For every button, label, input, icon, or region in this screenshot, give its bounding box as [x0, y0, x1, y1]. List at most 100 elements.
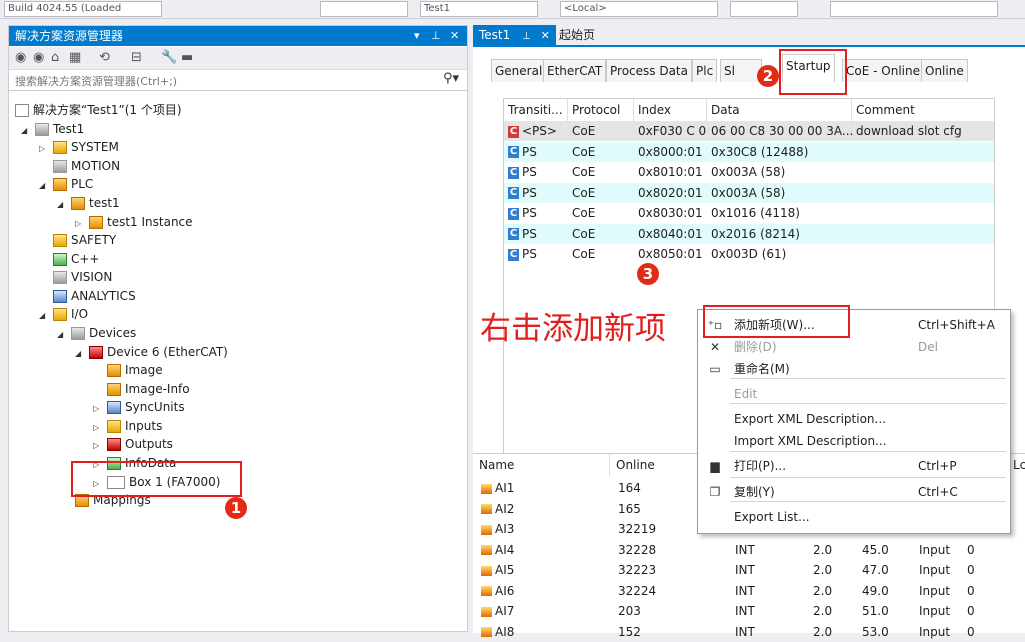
column-header-data[interactable]: Data	[707, 99, 852, 121]
expanded-arrow-icon[interactable]: ◢	[57, 326, 71, 344]
forward-icon[interactable]: ◉	[33, 50, 44, 65]
menu-item-label: 打印(P)...	[734, 459, 787, 473]
config-selector[interactable]	[320, 1, 408, 17]
device-selector[interactable]	[830, 1, 998, 17]
preview-icon[interactable]: ▬	[181, 50, 193, 65]
close-icon[interactable]: ✕	[450, 26, 459, 46]
column-header-comment[interactable]: Comment	[852, 99, 994, 121]
tree-item-analytics[interactable]: ANALYTICS	[53, 287, 136, 305]
startup-row[interactable]: C PS CoE 0x8050:01 0x003D (61)	[504, 244, 994, 264]
startup-row[interactable]: C PS CoE 0x8020:01 0x003A (58)	[504, 182, 994, 203]
menu-item-export-list[interactable]: Export List...	[698, 506, 1010, 528]
expanded-arrow-icon[interactable]: ◢	[57, 196, 71, 214]
tab-general[interactable]: General	[491, 59, 547, 82]
tree-item-vision[interactable]: VISION	[53, 268, 112, 286]
menu-item-import-xml-description[interactable]: Import XML Description...	[698, 430, 1010, 452]
close-icon[interactable]: ✕	[541, 29, 550, 42]
inputs-icon	[107, 420, 121, 433]
tab-ethercat[interactable]: EtherCAT	[543, 59, 607, 82]
menu-item-edit[interactable]: Edit	[698, 383, 1010, 405]
collapsed-arrow-icon[interactable]: ▷	[93, 400, 107, 418]
search-box[interactable]: 搜索解决方案资源管理器(Ctrl+;) ⚲▾	[9, 70, 467, 91]
pin-icon[interactable]: ⊥	[522, 31, 531, 42]
tree-item-safety[interactable]: SAFETY	[53, 231, 116, 249]
cell-size: 2.0	[813, 604, 833, 618]
startup-row[interactable]: C PS CoE 0x8040:01 0x2016 (8214)	[504, 223, 994, 244]
solution-explorer-toolbar: ◉ ◉ ⌂ ▦ ⟲ ⊟ 🔧 ▬	[9, 47, 467, 70]
tab-online[interactable]: Online	[921, 59, 968, 82]
tab-slots[interactable]: Sl	[720, 59, 762, 82]
startup-row[interactable]: C <PS> CoE 0xF030 C 0 06 00 C8 30 00 00 3A..…	[504, 121, 994, 141]
startup-row[interactable]: C PS CoE 0x8000:01 0x30C8 (12488)	[504, 141, 994, 162]
zoom-selector[interactable]	[730, 1, 798, 17]
tree-item-syncunits[interactable]: ▷ SyncUnits	[93, 398, 185, 416]
startup-row[interactable]: C PS CoE 0x8010:01 0x003A (58)	[504, 162, 994, 182]
cell-user: 0	[967, 563, 975, 577]
variable-row[interactable]: AI6 32224 INT 2.0 49.0 Input 0	[473, 581, 1025, 601]
column-header-location[interactable]: Lc	[1011, 454, 1025, 476]
history-icon[interactable]: ⟲	[99, 50, 110, 65]
tree-item-system[interactable]: ▷ SYSTEM	[39, 138, 119, 156]
menu-item-m[interactable]: ▭ 重命名(M)	[698, 358, 1010, 380]
tree-item-solution[interactable]: 解决方案“Test1”(1 个项目)	[15, 101, 182, 119]
variable-row[interactable]: AI7 203 INT 2.0 51.0 Input 0	[473, 601, 1025, 621]
collapsed-arrow-icon[interactable]: ▷	[93, 437, 107, 455]
variable-row[interactable]: AI4 32228 INT 2.0 45.0 Input 0	[473, 540, 1025, 560]
cell-name: AI6	[481, 581, 514, 601]
tree-item-motion[interactable]: MOTION	[53, 157, 120, 175]
pin-icon[interactable]: ⊥	[431, 26, 441, 46]
properties-icon[interactable]: 🔧	[161, 50, 177, 65]
home-icon[interactable]: ⌂	[51, 50, 59, 65]
tree-item-outputs[interactable]: ▷ Outputs	[93, 435, 173, 453]
startup-row[interactable]: C PS CoE 0x8030:01 0x1016 (4118)	[504, 203, 994, 223]
tab-plc[interactable]: Plc	[692, 59, 718, 82]
tab-test1[interactable]: Test1 ⊥ ✕	[473, 25, 556, 45]
variable-row[interactable]: AI5 32223 INT 2.0 47.0 Input 0	[473, 560, 1025, 580]
expanded-arrow-icon[interactable]: ◢	[75, 345, 89, 363]
syncunits-icon	[107, 401, 121, 414]
tab-coe-online[interactable]: CoE - Online	[842, 59, 924, 82]
column-header-protocol[interactable]: Protocol	[568, 99, 634, 121]
expanded-arrow-icon[interactable]: ◢	[39, 177, 53, 195]
column-header-online[interactable]: Online	[610, 454, 710, 476]
menu-item-label: 删除(D)	[734, 340, 777, 354]
menu-item-p[interactable]: ▆ 打印(P)... Ctrl+P	[698, 455, 1010, 477]
tree-item-plc[interactable]: ◢ PLC	[39, 175, 93, 193]
cell-addr: 51.0	[862, 604, 889, 618]
expanded-arrow-icon[interactable]: ◢	[21, 122, 35, 140]
cell-transition: C PS	[508, 165, 537, 179]
cell-comment: download slot cfg	[856, 124, 962, 138]
tree-item-image-info[interactable]: Image-Info	[107, 380, 190, 398]
cell-protocol: CoE	[572, 185, 596, 200]
tab-text-field[interactable]: Test1	[420, 1, 538, 17]
build-selector[interactable]: Build 4024.55 (Loaded	[4, 1, 162, 17]
tab-process-data[interactable]: Process Data	[606, 59, 692, 82]
tree-item-io[interactable]: ◢ I/O	[39, 305, 88, 323]
column-header-transition[interactable]: Transiti...	[504, 99, 568, 121]
column-header-index[interactable]: Index	[634, 99, 707, 121]
expanded-arrow-icon[interactable]: ◢	[39, 307, 53, 325]
tree-item-project[interactable]: ◢ Test1	[21, 120, 84, 138]
collapse-icon[interactable]: ⊟	[131, 50, 142, 65]
column-header-name[interactable]: Name	[473, 454, 610, 476]
menu-item-export-xml-description[interactable]: Export XML Description...	[698, 408, 1010, 430]
menu-item-d[interactable]: ✕ 删除(D) Del	[698, 336, 1010, 358]
tree-item-cpp[interactable]: C++	[53, 250, 100, 268]
tree-item-test1[interactable]: ◢ test1	[57, 194, 120, 212]
collapsed-arrow-icon[interactable]: ▷	[39, 140, 53, 158]
tree-item-device6[interactable]: ◢ Device 6 (EtherCAT)	[75, 343, 228, 361]
cell-protocol: CoE	[572, 206, 596, 220]
menu-item-y[interactable]: ❐ 复制(Y) Ctrl+C	[698, 481, 1010, 503]
switch-views-icon[interactable]: ▦	[69, 50, 81, 65]
print-icon: ▆	[710, 459, 720, 473]
tree-item-image[interactable]: Image	[107, 361, 163, 379]
dropdown-icon[interactable]: ▾	[414, 26, 420, 46]
back-icon[interactable]: ◉	[15, 50, 26, 65]
search-icon[interactable]: ⚲▾	[443, 71, 459, 86]
tree-item-inputs[interactable]: ▷ Inputs	[93, 417, 162, 435]
target-selector[interactable]: <Local>	[560, 1, 718, 17]
annotation-box-add-item	[703, 305, 850, 338]
tab-start-page[interactable]: 起始页	[553, 25, 601, 45]
tree-item-test1-instance[interactable]: ▷ test1 Instance	[75, 213, 193, 231]
tree-item-devices[interactable]: ◢ Devices	[57, 324, 136, 342]
